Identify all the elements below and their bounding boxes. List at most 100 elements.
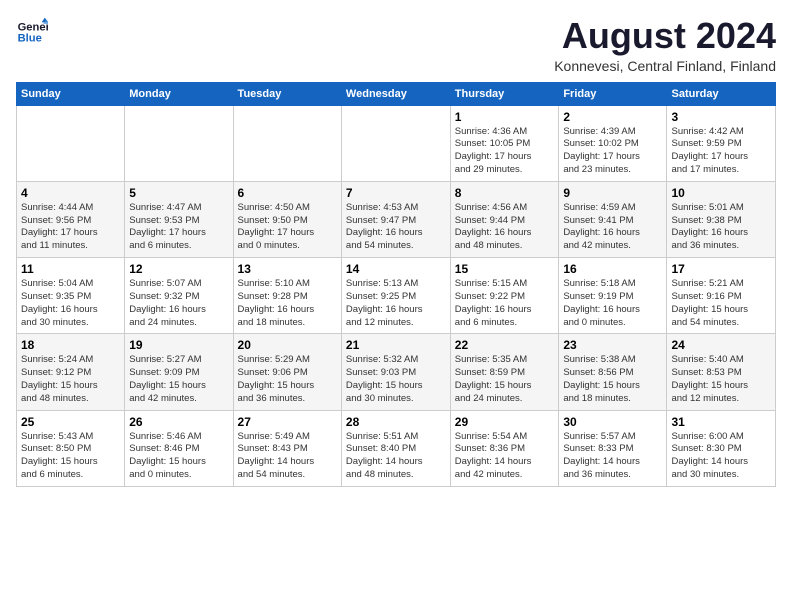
weekday-header: Monday <box>125 82 233 105</box>
location: Konnevesi, Central Finland, Finland <box>554 58 776 74</box>
day-info: Sunrise: 5:35 AM Sunset: 8:59 PM Dayligh… <box>455 354 555 405</box>
logo: General Blue <box>16 16 48 48</box>
calendar-cell: 5 Sunrise: 4:47 AM Sunset: 9:53 PM Daylig… <box>125 181 233 257</box>
day-number: 7 <box>346 186 446 200</box>
calendar-cell: 30Sunrise: 5:57 AM Sunset: 8:33 PM Dayli… <box>559 410 667 486</box>
day-info: Sunrise: 4:47 AM Sunset: 9:53 PM Dayligh… <box>129 202 228 253</box>
day-info: Sunrise: 5:54 AM Sunset: 8:36 PM Dayligh… <box>455 431 555 482</box>
calendar-body: 1 Sunrise: 4:36 AM Sunset: 10:05 PM Dayli… <box>17 105 776 486</box>
day-info: Sunrise: 5:32 AM Sunset: 9:03 PM Dayligh… <box>346 354 446 405</box>
calendar-header: SundayMondayTuesdayWednesdayThursdayFrid… <box>17 82 776 105</box>
calendar-week-row: 25 Sunrise: 5:43 AM Sunset: 8:50 PM Dayli… <box>17 410 776 486</box>
weekday-header: Friday <box>559 82 667 105</box>
page-header: General Blue August 2024 Konnevesi, Cent… <box>16 16 776 74</box>
day-info: Sunrise: 5:07 AM Sunset: 9:32 PM Dayligh… <box>129 278 228 329</box>
calendar-cell: 7 Sunrise: 4:53 AM Sunset: 9:47 PM Daylig… <box>341 181 450 257</box>
calendar-cell: 19Sunrise: 5:27 AM Sunset: 9:09 PM Dayli… <box>125 334 233 410</box>
calendar-cell: 24Sunrise: 5:40 AM Sunset: 8:53 PM Dayli… <box>667 334 776 410</box>
day-info: Sunrise: 6:00 AM Sunset: 8:30 PM Dayligh… <box>671 431 771 482</box>
calendar-cell: 22Sunrise: 5:35 AM Sunset: 8:59 PM Dayli… <box>450 334 559 410</box>
day-number: 6 <box>238 186 337 200</box>
calendar-cell: 14Sunrise: 5:13 AM Sunset: 9:25 PM Dayli… <box>341 258 450 334</box>
day-number: 1 <box>455 110 555 124</box>
day-number: 16 <box>563 262 662 276</box>
svg-text:General: General <box>18 21 48 33</box>
day-info: Sunrise: 5:15 AM Sunset: 9:22 PM Dayligh… <box>455 278 555 329</box>
calendar-cell: 27Sunrise: 5:49 AM Sunset: 8:43 PM Dayli… <box>233 410 341 486</box>
calendar-table: SundayMondayTuesdayWednesdayThursdayFrid… <box>16 82 776 487</box>
calendar-cell: 11 Sunrise: 5:04 AM Sunset: 9:35 PM Dayli… <box>17 258 125 334</box>
calendar-cell: 1 Sunrise: 4:36 AM Sunset: 10:05 PM Dayli… <box>450 105 559 181</box>
day-number: 25 <box>21 415 120 429</box>
day-number: 15 <box>455 262 555 276</box>
day-info: Sunrise: 5:49 AM Sunset: 8:43 PM Dayligh… <box>238 431 337 482</box>
logo-icon: General Blue <box>16 16 48 48</box>
calendar-week-row: 11 Sunrise: 5:04 AM Sunset: 9:35 PM Dayli… <box>17 258 776 334</box>
day-info: Sunrise: 5:43 AM Sunset: 8:50 PM Dayligh… <box>21 431 120 482</box>
day-number: 3 <box>671 110 771 124</box>
calendar-cell: 25 Sunrise: 5:43 AM Sunset: 8:50 PM Dayli… <box>17 410 125 486</box>
day-info: Sunrise: 5:51 AM Sunset: 8:40 PM Dayligh… <box>346 431 446 482</box>
calendar-cell: 23 Sunrise: 5:38 AM Sunset: 8:56 PM Dayli… <box>559 334 667 410</box>
weekday-header: Saturday <box>667 82 776 105</box>
calendar-cell: 13Sunrise: 5:10 AM Sunset: 9:28 PM Dayli… <box>233 258 341 334</box>
day-info: Sunrise: 5:04 AM Sunset: 9:35 PM Dayligh… <box>21 278 120 329</box>
day-info: Sunrise: 4:53 AM Sunset: 9:47 PM Dayligh… <box>346 202 446 253</box>
day-number: 23 <box>563 338 662 352</box>
calendar-cell <box>341 105 450 181</box>
calendar-cell: 15 Sunrise: 5:15 AM Sunset: 9:22 PM Dayli… <box>450 258 559 334</box>
weekday-header: Tuesday <box>233 82 341 105</box>
calendar-cell: 26 Sunrise: 5:46 AM Sunset: 8:46 PM Dayli… <box>125 410 233 486</box>
day-info: Sunrise: 5:13 AM Sunset: 9:25 PM Dayligh… <box>346 278 446 329</box>
day-number: 20 <box>238 338 337 352</box>
day-info: Sunrise: 5:21 AM Sunset: 9:16 PM Dayligh… <box>671 278 771 329</box>
day-number: 30 <box>563 415 662 429</box>
calendar-week-row: 4 Sunrise: 4:44 AM Sunset: 9:56 PM Daylig… <box>17 181 776 257</box>
weekday-header: Thursday <box>450 82 559 105</box>
calendar-cell: 20 Sunrise: 5:29 AM Sunset: 9:06 PM Dayli… <box>233 334 341 410</box>
day-info: Sunrise: 4:44 AM Sunset: 9:56 PM Dayligh… <box>21 202 120 253</box>
header-row: SundayMondayTuesdayWednesdayThursdayFrid… <box>17 82 776 105</box>
day-number: 4 <box>21 186 120 200</box>
calendar-cell: 29 Sunrise: 5:54 AM Sunset: 8:36 PM Dayli… <box>450 410 559 486</box>
day-info: Sunrise: 4:59 AM Sunset: 9:41 PM Dayligh… <box>563 202 662 253</box>
day-info: Sunrise: 5:29 AM Sunset: 9:06 PM Dayligh… <box>238 354 337 405</box>
calendar-cell <box>125 105 233 181</box>
calendar-cell: 31 Sunrise: 6:00 AM Sunset: 8:30 PM Dayli… <box>667 410 776 486</box>
day-number: 2 <box>563 110 662 124</box>
calendar-cell <box>233 105 341 181</box>
calendar-cell: 4 Sunrise: 4:44 AM Sunset: 9:56 PM Daylig… <box>17 181 125 257</box>
day-info: Sunrise: 4:50 AM Sunset: 9:50 PM Dayligh… <box>238 202 337 253</box>
day-info: Sunrise: 5:46 AM Sunset: 8:46 PM Dayligh… <box>129 431 228 482</box>
calendar-cell: 18 Sunrise: 5:24 AM Sunset: 9:12 PM Dayli… <box>17 334 125 410</box>
calendar-cell: 12Sunrise: 5:07 AM Sunset: 9:32 PM Dayli… <box>125 258 233 334</box>
day-number: 10 <box>671 186 771 200</box>
day-info: Sunrise: 4:56 AM Sunset: 9:44 PM Dayligh… <box>455 202 555 253</box>
day-number: 13 <box>238 262 337 276</box>
day-number: 11 <box>21 262 120 276</box>
day-number: 26 <box>129 415 228 429</box>
day-number: 24 <box>671 338 771 352</box>
svg-text:Blue: Blue <box>18 33 42 45</box>
title-block: August 2024 Konnevesi, Central Finland, … <box>554 16 776 74</box>
day-number: 17 <box>671 262 771 276</box>
day-number: 18 <box>21 338 120 352</box>
day-info: Sunrise: 5:24 AM Sunset: 9:12 PM Dayligh… <box>21 354 120 405</box>
calendar-cell: 28Sunrise: 5:51 AM Sunset: 8:40 PM Dayli… <box>341 410 450 486</box>
day-number: 9 <box>563 186 662 200</box>
month-title: August 2024 <box>554 16 776 56</box>
day-number: 5 <box>129 186 228 200</box>
day-info: Sunrise: 4:39 AM Sunset: 10:02 PM Daylig… <box>563 126 662 177</box>
day-number: 31 <box>671 415 771 429</box>
day-number: 29 <box>455 415 555 429</box>
day-info: Sunrise: 4:36 AM Sunset: 10:05 PM Daylig… <box>455 126 555 177</box>
day-info: Sunrise: 5:38 AM Sunset: 8:56 PM Dayligh… <box>563 354 662 405</box>
weekday-header: Wednesday <box>341 82 450 105</box>
calendar-cell: 10 Sunrise: 5:01 AM Sunset: 9:38 PM Dayli… <box>667 181 776 257</box>
day-info: Sunrise: 5:01 AM Sunset: 9:38 PM Dayligh… <box>671 202 771 253</box>
calendar-cell: 6 Sunrise: 4:50 AM Sunset: 9:50 PM Daylig… <box>233 181 341 257</box>
day-info: Sunrise: 4:42 AM Sunset: 9:59 PM Dayligh… <box>671 126 771 177</box>
calendar-cell: 21 Sunrise: 5:32 AM Sunset: 9:03 PM Dayli… <box>341 334 450 410</box>
day-number: 21 <box>346 338 446 352</box>
day-number: 19 <box>129 338 228 352</box>
